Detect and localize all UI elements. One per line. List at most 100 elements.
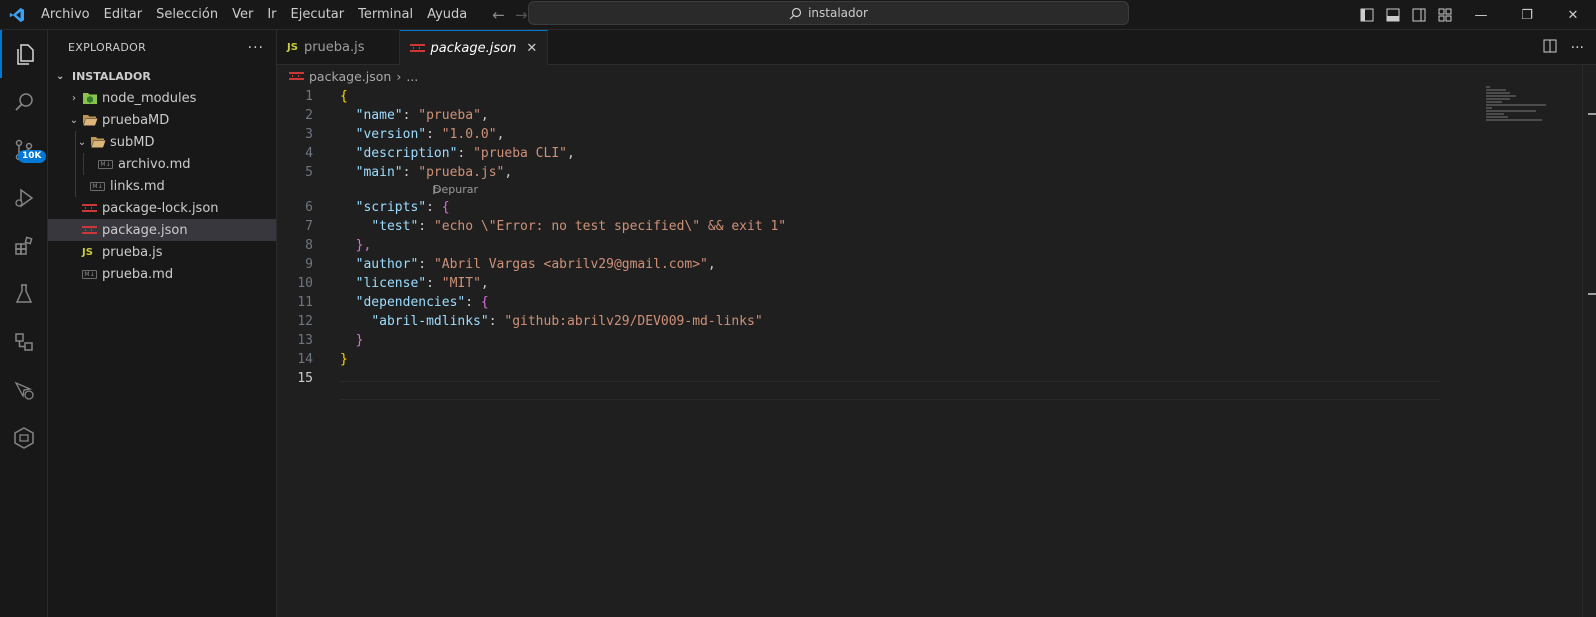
tab-label: prueba.js [303, 40, 365, 55]
customize-layout-icon[interactable] [1432, 8, 1458, 22]
tree-item-label: links.md [110, 178, 165, 194]
toggle-panel-icon[interactable] [1380, 8, 1406, 22]
tree-item-submd[interactable]: ⌄ subMD [48, 131, 276, 153]
tab-label: package.json [430, 40, 517, 56]
markdown-icon: M↓ [90, 181, 110, 191]
toggle-secondary-sidebar-icon[interactable] [1406, 8, 1432, 22]
code-line: 3 "version": "1.0.0", [305, 127, 505, 142]
activity-bar: 10K [0, 30, 48, 617]
code-line: 2 "name": "prueba", [305, 108, 489, 123]
search-view-icon[interactable] [0, 78, 48, 126]
explorer-header: EXPLORADOR ··· [48, 30, 276, 65]
history-navigation: ← → [492, 6, 527, 24]
accessibility-help-icon[interactable] [0, 366, 48, 414]
scroll-marker [1588, 293, 1596, 295]
window-controls: — ❐ ✕ [1354, 0, 1596, 30]
tree-item-package-lock-json[interactable]: package-lock.json [48, 197, 276, 219]
close-tab-icon[interactable]: ✕ [526, 41, 537, 56]
restore-icon[interactable]: ❐ [1504, 0, 1550, 30]
code-line: 14} [297, 352, 348, 367]
chevron-down-icon: ⌄ [69, 114, 79, 126]
menu-archivo[interactable]: Archivo [34, 0, 97, 30]
tree-item-node-modules[interactable]: › node_modules [48, 87, 276, 109]
tree-item-label: package-lock.json [102, 200, 219, 216]
minimize-icon[interactable]: — [1458, 0, 1504, 30]
js-icon: JS [287, 42, 298, 53]
menu-seleccion[interactable]: Selección [149, 0, 225, 30]
menu-ir[interactable]: Ir [260, 0, 283, 30]
extensions-icon[interactable] [0, 222, 48, 270]
toggle-primary-sidebar-icon[interactable] [1354, 8, 1380, 22]
docker-extension-icon[interactable] [0, 414, 48, 462]
menu-ejecutar[interactable]: Ejecutar [284, 0, 352, 30]
explorer-title: EXPLORADOR [68, 41, 147, 54]
menu-bar: Archivo Editar Selección Ver Ir Ejecutar… [34, 0, 474, 30]
minimap[interactable] [1486, 86, 1556, 126]
tree-item-pruebamd[interactable]: ⌄ pruebaMD [48, 109, 276, 131]
tree-item-links-md[interactable]: M↓ links.md [48, 175, 276, 197]
folder-open-icon [90, 135, 110, 149]
node-folder-icon [82, 91, 102, 105]
breadcrumb-rest[interactable]: ... [406, 69, 418, 84]
code-line: 7 "test": "echo \"Error: no test specifi… [305, 219, 787, 234]
code-line: 1{ [305, 89, 348, 104]
tab-prueba-js[interactable]: JS prueba.js [277, 30, 400, 65]
more-actions-icon[interactable]: ··· [1571, 40, 1584, 56]
npm-icon [82, 226, 102, 234]
tree-item-prueba-md[interactable]: M↓ prueba.md [48, 263, 276, 285]
editor-actions: ··· [1543, 30, 1596, 65]
tree-item-label: pruebaMD [102, 112, 170, 128]
run-debug-icon[interactable] [0, 174, 48, 222]
debug-codelens[interactable]: ▷ Depurar [277, 182, 1442, 198]
tab-package-json[interactable]: package.json ✕ [399, 30, 549, 65]
tree-item-label: node_modules [102, 90, 197, 106]
npm-icon [409, 44, 425, 52]
npm-icon [289, 72, 304, 80]
markdown-icon: M↓ [82, 269, 102, 279]
tree-item-prueba-js[interactable]: JS prueba.js [48, 241, 276, 263]
code-line: 8 }, [305, 238, 372, 253]
code-line: 10 "license": "MIT", [297, 276, 489, 291]
breadcrumb-file[interactable]: package.json [309, 69, 391, 84]
search-text: instalador [808, 6, 868, 20]
more-actions-icon[interactable]: ··· [248, 40, 264, 56]
breadcrumb-separator-icon: › [396, 68, 402, 84]
menu-ayuda[interactable]: Ayuda [420, 0, 474, 30]
file-tree: › node_modules ⌄ pruebaMD ⌄ subMD M↓ arc… [48, 87, 276, 285]
close-window-icon[interactable]: ✕ [1550, 0, 1596, 30]
code-line: 5 "main": "prueba.js", [305, 165, 513, 180]
code-line: 12 "abril-mdlinks": "github:abrilv29/DEV… [297, 314, 763, 329]
code-line: 6 "scripts": { [305, 200, 450, 215]
tree-item-label: archivo.md [118, 156, 191, 172]
code-line: 4 "description": "prueba CLI", [305, 146, 575, 161]
menu-ver[interactable]: Ver [225, 0, 260, 30]
vertical-scrollbar[interactable] [1582, 65, 1596, 617]
search-icon [789, 7, 802, 19]
split-editor-icon[interactable] [1543, 39, 1557, 57]
js-icon: JS [82, 246, 93, 258]
markdown-icon: M↓ [98, 159, 118, 169]
testing-flask-icon[interactable] [0, 270, 48, 318]
title-bar: Archivo Editar Selección Ver Ir Ejecutar… [0, 0, 1596, 30]
folder-open-icon [82, 113, 102, 127]
code-line: 13 } [297, 333, 364, 348]
tree-item-label: subMD [110, 134, 155, 150]
forward-arrow-icon[interactable]: → [515, 6, 528, 24]
tree-item-label: package.json [102, 222, 188, 238]
workspace-root[interactable]: ⌄ INSTALADOR [48, 65, 276, 87]
chevron-down-icon: ⌄ [77, 136, 87, 148]
source-control-badge: 10K [18, 150, 46, 163]
source-control-icon[interactable]: 10K [0, 126, 48, 174]
code-editor[interactable]: 1{ 2 "name": "prueba", 3 "version": "1.0… [277, 87, 1442, 617]
menu-editar[interactable]: Editar [97, 0, 150, 30]
menu-terminal[interactable]: Terminal [351, 0, 420, 30]
command-center-search[interactable]: instalador [528, 1, 1129, 25]
back-arrow-icon[interactable]: ← [492, 6, 505, 24]
explorer-icon[interactable] [0, 30, 48, 78]
code-line: 15 [297, 371, 313, 386]
scroll-marker [1588, 113, 1596, 115]
tree-item-package-json[interactable]: package.json [48, 219, 276, 241]
code-line: 9 "author": "Abril Vargas <abrilv29@gmai… [305, 257, 716, 272]
tree-item-label: prueba.js [102, 244, 163, 260]
remote-explorer-icon[interactable] [0, 318, 48, 366]
